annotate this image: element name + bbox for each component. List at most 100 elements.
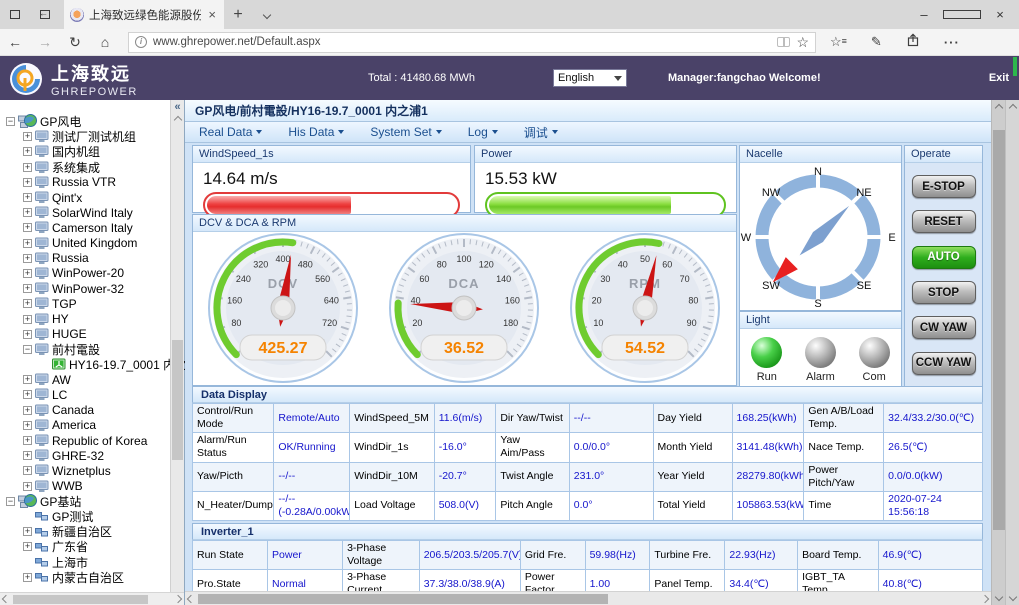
scrollbar-thumb[interactable] [198,594,608,604]
web-note-pen-icon[interactable]: ✎ [871,34,882,50]
menu-his-data[interactable]: His Data [288,125,344,139]
sidebar-item[interactable]: +Camerson Italy [0,220,170,235]
tab-list-chevron-icon[interactable] [252,0,282,29]
tab-close-icon[interactable]: × [206,7,218,22]
menu-system-set[interactable]: System Set [370,125,441,139]
menu-real-data[interactable]: Real Data [199,125,262,139]
scroll-up-icon[interactable] [172,114,184,126]
expand-plus-icon[interactable]: + [23,421,32,430]
sidebar-item[interactable]: −GP基站 [0,494,170,509]
share-icon[interactable] [906,33,920,52]
collapse-minus-icon[interactable]: − [23,345,32,354]
expand-plus-icon[interactable]: + [23,315,32,324]
exit-link[interactable]: Exit [989,72,1009,84]
scroll-right-icon[interactable] [172,593,184,605]
favorites-hub-icon[interactable]: ☆≡ [830,34,847,50]
new-tab-button[interactable]: + [224,0,252,29]
sidebar-item[interactable]: +内蒙古自治区 [0,570,170,585]
language-select[interactable]: English [553,69,627,87]
sidebar-item[interactable]: +Qint'x [0,190,170,205]
sidebar-item[interactable]: +系统集成 [0,160,170,175]
main-horizontal-scrollbar[interactable] [185,591,991,605]
expand-plus-icon[interactable]: + [23,482,32,491]
sidebar-item[interactable]: +SolarWind Italy [0,205,170,220]
sidebar-item[interactable]: −GP风电 [0,114,170,129]
e-stop-button[interactable]: E-STOP [912,175,976,198]
browser-vertical-scrollbar[interactable] [1005,100,1019,605]
expand-plus-icon[interactable]: + [23,527,32,536]
expand-plus-icon[interactable]: + [23,284,32,293]
reset-button[interactable]: RESET [912,210,976,233]
sidebar-item[interactable]: +Wiznetplus [0,463,170,478]
sidebar-collapse-icon[interactable]: « [171,100,184,113]
browser-tab[interactable]: 上海致远绿色能源股份有 × [64,0,224,29]
scrollbar-thumb[interactable] [13,595,148,604]
expand-plus-icon[interactable]: + [23,451,32,460]
sidebar-item[interactable]: +United Kingdom [0,236,170,251]
url-text[interactable]: www.ghrepower.net/Default.aspx [153,36,771,48]
stop-button[interactable]: STOP [912,281,976,304]
address-bar[interactable]: i www.ghrepower.net/Default.aspx ☆ [128,32,816,53]
sidebar-item[interactable]: +AW [0,372,170,387]
auto-button[interactable]: AUTO [912,246,976,269]
reading-view-icon[interactable] [777,37,790,47]
scroll-left-icon[interactable] [0,593,12,605]
home-icon[interactable]: ⌂ [90,34,120,50]
expand-plus-icon[interactable]: + [23,375,32,384]
expand-plus-icon[interactable]: + [23,573,32,582]
menu-log[interactable]: Log [468,125,498,139]
sidebar-item[interactable]: 上海市 [0,554,170,569]
sidebar-item[interactable]: +广东省 [0,539,170,554]
window-restore-button[interactable] [943,0,981,29]
sidebar-item[interactable]: +Canada [0,403,170,418]
sidebar-item[interactable]: +新疆自治区 [0,524,170,539]
show-tab-previews-icon[interactable] [30,0,60,29]
window-minimize-button[interactable]: – [905,0,943,29]
expand-plus-icon[interactable]: + [23,436,32,445]
expand-plus-icon[interactable]: + [23,178,32,187]
scroll-up-icon[interactable] [993,102,1005,114]
scrollbar-thumb[interactable] [993,130,1005,530]
sidebar-item[interactable]: +TGP [0,296,170,311]
sidebar-item[interactable]: +HY [0,311,170,326]
sidebar-item-selected[interactable]: HY16-19.7_0001 内之 [0,357,170,372]
expand-plus-icon[interactable]: + [23,269,32,278]
sidebar-item[interactable]: +WWB [0,479,170,494]
expand-plus-icon[interactable]: + [23,466,32,475]
expand-plus-icon[interactable]: + [23,299,32,308]
expand-plus-icon[interactable]: + [23,254,32,263]
refresh-icon[interactable]: ↻ [60,34,90,51]
ccw-yaw-button[interactable]: CCW YAW [912,352,976,375]
sidebar-item[interactable]: −前村電設 [0,342,170,357]
scroll-left-icon[interactable] [185,593,197,605]
sidebar-item[interactable]: +测试厂测试机组 [0,129,170,144]
sidebar-item[interactable]: +Russia VTR [0,175,170,190]
sidebar-item[interactable]: +WinPower-32 [0,281,170,296]
window-close-button[interactable]: × [981,0,1019,29]
sidebar-item[interactable]: +America [0,418,170,433]
sidebar-item[interactable]: +国内机组 [0,144,170,159]
sidebar-item[interactable]: +Russia [0,251,170,266]
sidebar-item[interactable]: +GHRE-32 [0,448,170,463]
expand-plus-icon[interactable]: + [23,163,32,172]
expand-plus-icon[interactable]: + [23,406,32,415]
scrollbar-thumb[interactable] [172,340,183,460]
sidebar-item[interactable]: +WinPower-20 [0,266,170,281]
menu-调试[interactable]: 调试 [524,124,558,141]
expand-plus-icon[interactable]: + [23,390,32,399]
content-vertical-scrollbar[interactable] [991,100,1005,605]
set-aside-tabs-icon[interactable] [0,0,30,29]
more-menu-icon[interactable]: ··· [944,35,960,50]
back-icon[interactable]: ← [0,34,30,50]
collapse-minus-icon[interactable]: − [6,117,15,126]
expand-plus-icon[interactable]: + [23,223,32,232]
sidebar-item[interactable]: GP测试 [0,509,170,524]
sidebar-item[interactable]: +LC [0,387,170,402]
expand-plus-icon[interactable]: + [23,132,32,141]
sidebar-horizontal-scrollbar[interactable] [0,592,184,605]
site-info-icon[interactable]: i [135,36,147,48]
scroll-down-icon[interactable] [1007,591,1019,603]
expand-plus-icon[interactable]: + [23,330,32,339]
expand-plus-icon[interactable]: + [23,208,32,217]
add-favorite-star-icon[interactable]: ☆ [796,34,809,51]
